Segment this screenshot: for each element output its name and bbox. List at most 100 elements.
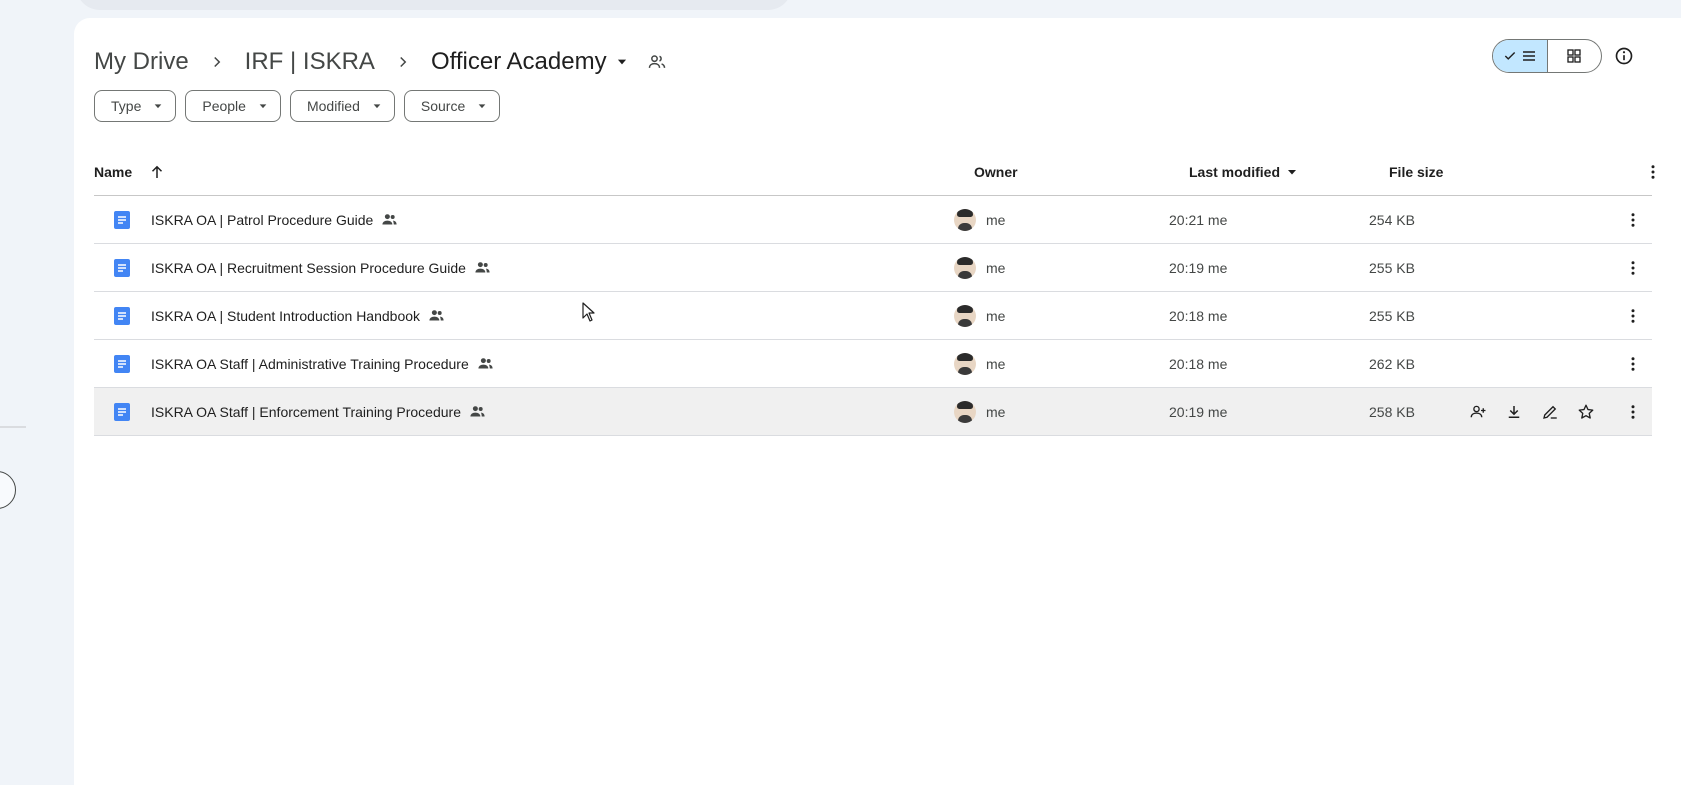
table-row[interactable]: ISKRA OA | Recruitment Session Procedure… [94,244,1652,292]
google-docs-icon [114,196,130,243]
column-name-label: Name [94,163,133,180]
avatar[interactable] [954,208,976,231]
filter-bar: Type People Modified Source [94,90,501,122]
file-name-cell[interactable]: ISKRA OA Staff | Enforcement Training Pr… [151,388,486,435]
share-add-person-icon[interactable] [1466,400,1490,424]
filter-type-label: Type [111,98,142,114]
owner-cell: me [954,340,1005,387]
owner-cell: me [954,244,1005,291]
column-file-size-label: File size [1389,163,1444,180]
file-list-panel: My Drive IRF | ISKRA Officer Academy Typ… [74,18,1681,785]
google-docs-icon [114,244,130,291]
table-row[interactable]: ISKRA OA | Patrol Procedure Guide me 20:… [94,196,1652,244]
owner-name: me [986,355,1006,372]
owner-name: me [986,403,1006,420]
filter-type[interactable]: Type [94,90,177,122]
file-name: ISKRA OA Staff | Enforcement Training Pr… [151,403,461,420]
file-name-cell[interactable]: ISKRA OA | Recruitment Session Procedure… [151,244,491,291]
avatar[interactable] [954,304,976,327]
table-row[interactable]: ISKRA OA Staff | Administrative Training… [94,340,1652,388]
mouse-cursor-icon [582,302,596,327]
modified-cell: 20:18 me [1169,355,1228,372]
avatar[interactable] [954,352,976,375]
more-vert-icon[interactable] [1621,196,1645,243]
sidebar-button-edge[interactable] [0,471,16,509]
grid-view-button[interactable] [1548,40,1602,72]
column-file-size[interactable]: File size [1389,148,1443,195]
filter-people[interactable]: People [185,90,281,122]
shared-people-icon [382,214,397,225]
shared-people-icon [429,310,444,321]
modified-cell: 20:18 me [1169,307,1228,324]
file-name-cell[interactable]: ISKRA OA Staff | Administrative Training… [151,340,494,387]
view-toggle [1492,39,1602,73]
size-cell: 255 KB [1369,307,1415,324]
file-list: ISKRA OA | Patrol Procedure Guide me 20:… [94,196,1652,436]
shared-people-icon [478,358,493,369]
search-bar-edge[interactable] [76,0,792,10]
column-last-modified-label: Last modified [1189,163,1281,180]
filter-modified-label: Modified [306,98,360,114]
modified-cell: 20:19 me [1169,259,1228,276]
file-name: ISKRA OA | Recruitment Session Procedure… [151,259,466,276]
file-name-cell[interactable]: ISKRA OA | Student Introduction Handbook [151,292,445,339]
star-icon[interactable] [1574,400,1598,424]
breadcrumb-irf-iskra[interactable]: IRF | ISKRA [245,48,375,76]
google-docs-icon [114,292,130,339]
breadcrumb-my-drive[interactable]: My Drive [94,48,189,76]
filter-modified[interactable]: Modified [289,90,395,122]
owner-name: me [986,259,1006,276]
breadcrumb: My Drive IRF | ISKRA Officer Academy [94,38,1681,86]
caret-down-icon [373,104,381,109]
owner-cell: me [954,196,1005,243]
filter-source-label: Source [420,98,466,114]
list-icon [1522,51,1535,61]
row-quick-actions [1466,388,1598,435]
breadcrumb-current-folder[interactable]: Officer Academy [431,48,607,76]
more-vert-icon[interactable] [1621,340,1645,387]
size-cell: 258 KB [1369,403,1415,420]
shared-folder-icon[interactable] [647,52,667,72]
grid-icon [1567,49,1581,63]
file-name: ISKRA OA | Student Introduction Handbook [151,307,421,324]
download-icon[interactable] [1502,400,1526,424]
arrow-up-icon [152,165,163,178]
avatar[interactable] [954,400,976,423]
owner-name: me [986,211,1006,228]
caret-down-icon [259,104,267,109]
google-docs-icon [114,340,130,387]
more-vert-icon[interactable] [1621,388,1645,435]
google-docs-icon [114,388,130,435]
filter-people-label: People [202,98,246,114]
rename-pencil-icon[interactable] [1538,400,1562,424]
size-cell: 262 KB [1369,355,1415,372]
info-icon[interactable] [1612,44,1636,68]
size-cell: 255 KB [1369,259,1415,276]
caret-down-icon[interactable] [615,55,629,69]
modified-cell: 20:21 me [1169,211,1228,228]
owner-name: me [986,307,1006,324]
file-name-cell[interactable]: ISKRA OA | Patrol Procedure Guide [151,196,398,243]
table-row[interactable]: ISKRA OA | Student Introduction Handbook… [94,292,1652,340]
more-vert-icon[interactable] [1641,148,1665,195]
file-name: ISKRA OA Staff | Administrative Training… [151,355,469,372]
column-name[interactable]: Name [94,148,166,195]
filter-source[interactable]: Source [403,90,501,122]
owner-cell: me [954,388,1005,435]
more-vert-icon[interactable] [1621,292,1645,339]
avatar[interactable] [954,256,976,279]
size-cell: 254 KB [1369,211,1415,228]
column-last-modified[interactable]: Last modified [1189,148,1298,195]
caret-down-icon [1288,169,1297,174]
shared-people-icon [470,406,485,417]
table-row[interactable]: ISKRA OA Staff | Enforcement Training Pr… [94,388,1652,436]
modified-cell: 20:19 me [1169,403,1228,420]
owner-cell: me [954,292,1005,339]
more-vert-icon[interactable] [1621,244,1645,291]
caret-down-icon [155,104,162,109]
column-owner[interactable]: Owner [974,148,1018,195]
list-view-button[interactable] [1493,40,1548,72]
file-name: ISKRA OA | Patrol Procedure Guide [151,211,374,228]
shared-people-icon [475,262,490,273]
column-owner-label: Owner [974,163,1018,180]
